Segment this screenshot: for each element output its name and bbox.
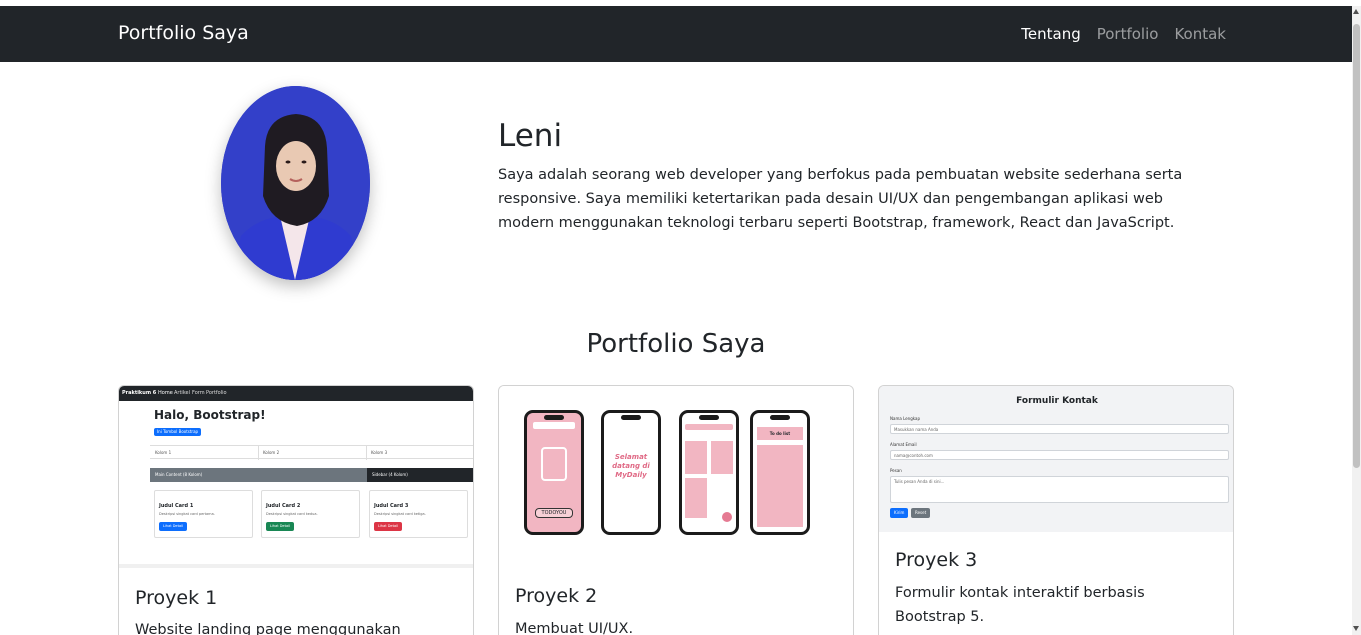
thumb-col: Kolom 1	[155, 450, 172, 455]
phone-mockup-1: TODOYOU	[524, 410, 584, 535]
thumb-col: Kolom 3	[371, 450, 388, 455]
thumb-nav-link: Home	[158, 390, 173, 396]
thumb-columns-row: Kolom 1 Kolom 2 Kolom 3	[150, 445, 473, 460]
project-2-thumbnail: TODOYOU Selamat datang di MyDaily To do …	[499, 386, 853, 556]
todo-header: To do list	[757, 427, 803, 440]
thumb-heading: Halo, Bootstrap!	[154, 408, 266, 422]
phone-mockup-4: To do list	[750, 410, 810, 535]
nav-link-tentang[interactable]: Tentang	[1021, 25, 1080, 43]
phone-mockup-3	[679, 410, 739, 535]
portfolio-section-title: Portfolio Saya	[586, 329, 766, 359]
phone-mockup-2: Selamat datang di MyDaily	[601, 410, 661, 535]
project-card-3[interactable]: Formulir Kontak Nama Lengkap Masukkan na…	[878, 385, 1234, 635]
project-card-1[interactable]: Praktikum 6 Home Artikel Form Portfolio …	[118, 385, 474, 635]
project-1-thumbnail: Praktikum 6 Home Artikel Form Portfolio …	[119, 386, 473, 568]
thumb-sidebar-bar: Sidebar (4 Kolom)	[367, 468, 473, 482]
thumb-main-content-bar: Main Content (8 Kolom)	[150, 468, 367, 482]
nav-link-portfolio[interactable]: Portfolio	[1097, 25, 1159, 43]
project-1-title: Proyek 1	[135, 587, 218, 609]
scroll-up-arrow-icon[interactable]	[1353, 9, 1359, 14]
thumb-mini-card-1: Judul Card 1 Deskripsi singkat card pert…	[154, 490, 253, 538]
thumb-navbar: Praktikum 6 Home Artikel Form Portfolio	[119, 386, 473, 401]
thumb-nav-link: Artikel	[174, 390, 191, 396]
scrollbar-thumb[interactable]	[1353, 24, 1360, 468]
nav-link-kontak[interactable]: Kontak	[1174, 25, 1226, 43]
project-card-2[interactable]: TODOYOU Selamat datang di MyDaily To do …	[498, 385, 854, 635]
thumb-mini-card-2: Judul Card 2 Deskripsi singkat card kedu…	[261, 490, 360, 538]
nav-links: Tentang Portfolio Kontak	[1021, 25, 1226, 43]
navbar-brand[interactable]: Portfolio Saya	[118, 22, 249, 44]
about-name: Leni	[498, 118, 563, 154]
about-description: Saya adalah seorang web developer yang b…	[498, 167, 1183, 231]
thumb-cta-button: Ini Tombol Bootstrap	[154, 428, 202, 436]
thumb-form-title: Formulir Kontak	[1016, 396, 1098, 406]
navbar: Portfolio Saya Tentang Portfolio Kontak	[0, 6, 1352, 62]
project-1-description: Website landing page menggunakan	[135, 622, 401, 635]
page-scrollbar[interactable]	[1352, 6, 1361, 635]
project-2-description: Membuat UI/UX.	[515, 621, 634, 635]
project-3-thumbnail: Formulir Kontak Nama Lengkap Masukkan na…	[879, 386, 1233, 532]
thumb-mini-card-3: Judul Card 3 Deskripsi singkat card keti…	[369, 490, 468, 538]
project-3-description: Formulir kontak interaktif berbasis Boot…	[895, 585, 1145, 625]
thumb-nav-link: Portfolio	[206, 390, 227, 396]
thumb-col: Kolom 2	[263, 450, 280, 455]
scroll-down-arrow-icon[interactable]	[1353, 626, 1359, 631]
app-logo-text: TODOYOU	[535, 508, 573, 518]
thumb-navbar-brand: Praktikum 6	[122, 390, 157, 396]
project-2-title: Proyek 2	[515, 585, 598, 607]
welcome-text: Selamat datang di MyDaily	[612, 453, 650, 479]
profile-photo	[221, 86, 370, 280]
project-3-title: Proyek 3	[895, 549, 978, 571]
thumb-nav-link: Form	[192, 390, 205, 396]
